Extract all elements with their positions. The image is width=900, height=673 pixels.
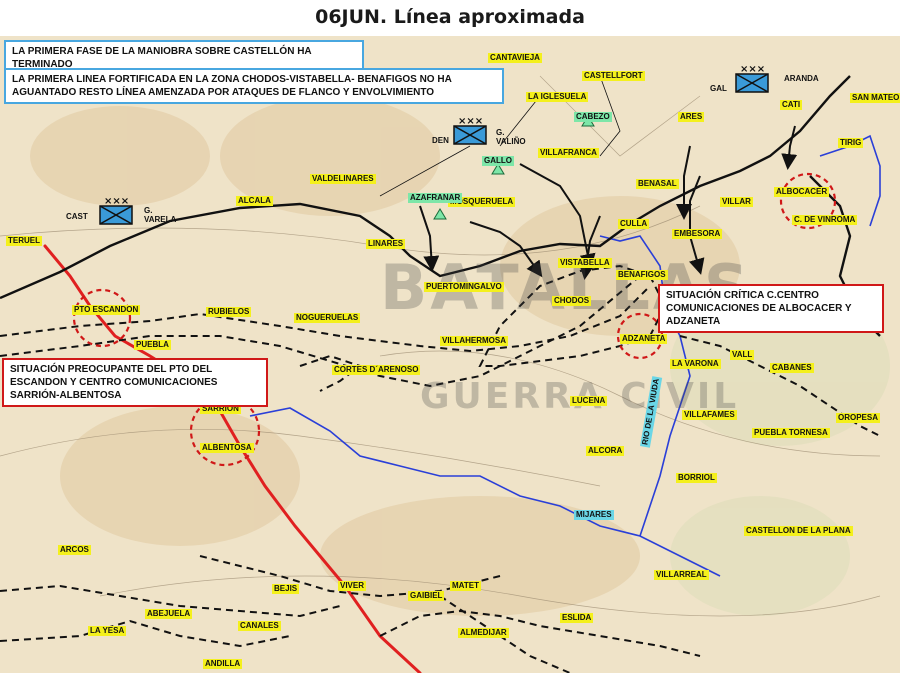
map-title: 06JUN. Línea aproximada	[315, 6, 585, 28]
note-first-line: LA PRIMERA LINEA FORTIFICADA EN LA ZONA …	[4, 68, 504, 104]
place-cantavieja: CANTAVIEJA	[488, 53, 542, 63]
place-villafames: VILLAFAMES	[682, 410, 737, 420]
unit-side-label: CAST	[66, 212, 88, 221]
place-chodos: CHODOS	[552, 296, 592, 306]
note-critical: SITUACIÓN CRÍTICA C.CENTRO COMUNICACIONE…	[658, 284, 884, 333]
place-villar: VILLAR	[720, 197, 753, 207]
place-villarreal: VILLARREAL	[654, 570, 709, 580]
place-albocacer: ALBOCACER	[774, 187, 830, 197]
place-lucena: LUCENA	[570, 396, 608, 406]
place-pto-escandon: PTO ESCANDON	[72, 305, 141, 315]
place-canales: CANALES	[238, 621, 281, 631]
army-symbol-icon: ×××	[453, 116, 487, 145]
unit-side-label: GAL	[710, 84, 727, 93]
place-cabanes: CABANES	[770, 363, 814, 373]
place-abejuela: ABEJUELA	[145, 609, 193, 619]
place-eslida: ESLIDA	[560, 613, 594, 623]
place-arcos: ARCOS	[58, 545, 91, 555]
place-matet: MATET	[450, 581, 481, 591]
place-bejis: BEJIS	[272, 584, 300, 594]
place-embesora: EMBESORA	[672, 229, 723, 239]
map-area: BATALLAS GUERRA CIVIL CAST ××× G. VARELA…	[0, 36, 900, 673]
place-rubielos: RUBIELOS	[206, 307, 252, 317]
unit-name: ARANDA	[784, 74, 819, 83]
place-la-iglesuela: LA IGLESUELA	[526, 92, 589, 102]
place-san-mateo: SAN MATEO	[850, 93, 900, 103]
place-valdelinares: VALDELINARES	[310, 174, 376, 184]
place-vistabella: VISTABELLA	[558, 258, 612, 268]
army-symbol-icon: ×××	[99, 196, 133, 225]
place-culla: CULLA	[618, 219, 650, 229]
place-gallo: GALLO	[482, 156, 514, 166]
unit-name: G. VARELA	[144, 206, 177, 224]
unit-side-label: DEN	[432, 136, 449, 145]
place-puebla-tornesa: PUEBLA TORNESA	[752, 428, 830, 438]
place-alcala: ALCALA	[236, 196, 273, 206]
place-linares: LINARES	[366, 239, 406, 249]
place-adzaneta: ADZANETA	[620, 334, 668, 344]
place-cortes-arenoso: CORTES D´ARENOSO	[332, 365, 421, 375]
place-castellfort: CASTELLFORT	[582, 71, 645, 81]
place-villafranca: VILLAFRANCA	[538, 148, 599, 158]
place-puertomingalvo: PUERTOMINGALVO	[424, 282, 504, 292]
place-mijares: MIJARES	[574, 510, 614, 520]
place-villahermosa: VILLAHERMOSA	[440, 336, 508, 346]
place-alcora: ALCORA	[586, 446, 625, 456]
place-cabezo: CABEZO	[574, 112, 612, 122]
place-castellon: CASTELLON DE LA PLANA	[744, 526, 853, 536]
unit-name: G. VALIÑO	[496, 128, 526, 146]
place-benasal: BENASAL	[636, 179, 679, 189]
place-ares: ARES	[678, 112, 705, 122]
place-vall: VALL	[730, 350, 755, 360]
place-benafigos: BENAFIGOS	[616, 270, 668, 280]
place-almedijar: ALMEDIJAR	[458, 628, 509, 638]
place-la-yesa: LA YESA	[88, 626, 127, 636]
place-tirig: TIRIG	[838, 138, 864, 148]
place-c-vinroma: C. DE VINROMA	[792, 215, 858, 225]
place-albentosa: ALBENTOSA	[200, 443, 254, 453]
place-azafranar: AZAFRANAR	[408, 193, 463, 203]
army-symbol-icon: ×××	[735, 64, 769, 93]
map-graphics	[0, 75, 890, 673]
place-la-varona: LA VARONA	[670, 359, 721, 369]
note-worrying: SITUACIÓN PREOCUPANTE DEL PTO DEL ESCAND…	[2, 358, 268, 407]
place-cati: CATI	[780, 100, 803, 110]
place-noguerelas: NOGUERUELAS	[294, 313, 361, 323]
place-puebla: PUEBLA	[134, 340, 171, 350]
place-viver: VIVER	[338, 581, 367, 591]
place-gaibiel: GAIBIEL	[408, 591, 445, 601]
place-oropesa: OROPESA	[836, 413, 881, 423]
place-andilla: ANDILLA	[203, 659, 243, 669]
place-borriol: BORRIOL	[676, 473, 717, 483]
place-teruel: TERUEL	[6, 236, 42, 246]
